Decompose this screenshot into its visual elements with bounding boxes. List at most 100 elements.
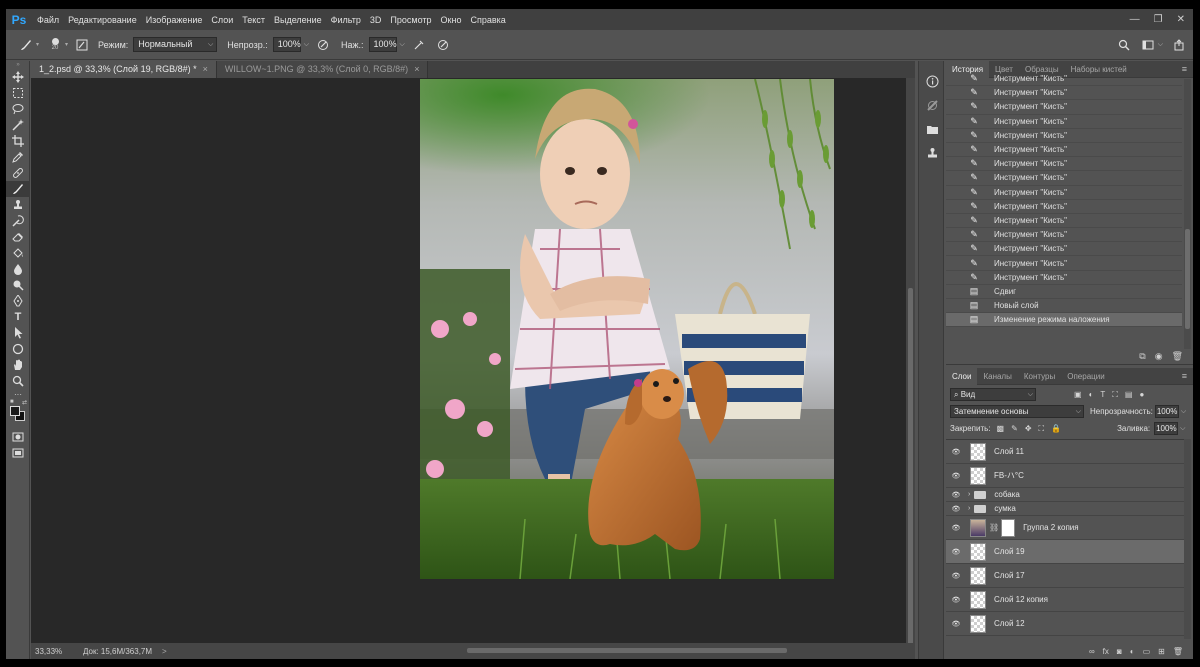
visibility-eye-icon[interactable]: 👁: [948, 505, 964, 513]
brush-tool-icon[interactable]: [18, 37, 34, 53]
history-source-box[interactable]: [948, 200, 960, 212]
new-document-from-state-icon[interactable]: ⧉: [1139, 351, 1145, 362]
filter-toggle-icon[interactable]: ●: [1139, 390, 1144, 400]
link-layers-icon[interactable]: ∞: [1089, 647, 1095, 656]
layer-name[interactable]: Слой 17: [994, 571, 1025, 580]
history-item[interactable]: ✎ Инструмент "Кисть": [946, 129, 1182, 143]
brush-preset-picker[interactable]: 20: [47, 37, 63, 53]
airbrush-icon[interactable]: [411, 37, 427, 53]
history-item[interactable]: ✎ Инструмент "Кисть": [946, 171, 1182, 186]
move-tool-icon[interactable]: [6, 69, 30, 85]
swap-colors-icon[interactable]: ⇄: [22, 399, 27, 406]
menu-image[interactable]: Изображение: [146, 15, 203, 25]
minimize-icon[interactable]: —: [1130, 14, 1140, 25]
close-icon[interactable]: ✕: [1177, 14, 1185, 25]
layer-filter-select[interactable]: ⌕ Вид ⌵: [950, 388, 1036, 401]
canvas-horizontal-scrollbar[interactable]: [167, 643, 915, 659]
eraser-tool-icon[interactable]: [6, 229, 30, 245]
tab-paths[interactable]: Контуры: [1018, 368, 1061, 385]
tab-actions[interactable]: Операции: [1061, 368, 1110, 385]
panel-menu-icon[interactable]: ≡: [1182, 368, 1187, 385]
trash-icon[interactable]: 🗑: [1173, 647, 1183, 656]
visibility-eye-icon[interactable]: 👁: [948, 491, 964, 499]
foreground-color-swatch[interactable]: [10, 406, 20, 416]
layer-style-icon[interactable]: fx: [1103, 647, 1109, 656]
history-source-box[interactable]: [948, 214, 960, 226]
filter-type-icon[interactable]: T: [1100, 390, 1105, 400]
layer-opacity-dropdown-icon[interactable]: ⌵: [1181, 408, 1186, 416]
visibility-eye-icon[interactable]: 👁: [948, 472, 964, 480]
filter-shape-icon[interactable]: ⛶: [1112, 390, 1118, 400]
history-item[interactable]: ✎ Инструмент "Кисть": [946, 228, 1182, 243]
search-icon[interactable]: [1116, 37, 1132, 53]
history-source-box[interactable]: [948, 73, 960, 85]
filter-pixel-icon[interactable]: ▣: [1074, 390, 1082, 400]
lock-transparency-icon[interactable]: ▩: [997, 424, 1005, 434]
layers-scrollbar[interactable]: [1184, 439, 1191, 639]
snapshot-icon[interactable]: ◉: [1155, 351, 1163, 362]
history-source-box[interactable]: [948, 186, 960, 198]
history-source-box[interactable]: [948, 144, 960, 156]
zoom-level[interactable]: 33,33%: [35, 647, 75, 656]
visibility-eye-icon[interactable]: 👁: [948, 596, 964, 604]
layer-thumbnail[interactable]: [970, 518, 986, 537]
blur-tool-icon[interactable]: [6, 261, 30, 277]
history-source-box[interactable]: [948, 257, 960, 269]
dodge-tool-icon[interactable]: [6, 277, 30, 293]
history-source-box[interactable]: [948, 129, 960, 141]
eyedropper-tool-icon[interactable]: [6, 149, 30, 165]
new-group-icon[interactable]: ▭: [1143, 647, 1151, 656]
canvas-vertical-scrollbar[interactable]: [906, 78, 915, 648]
layer-group-row[interactable]: 👁 › собака: [946, 488, 1184, 502]
scrollbar-thumb[interactable]: [908, 288, 913, 648]
history-source-box[interactable]: [948, 87, 960, 99]
pressure-size-icon[interactable]: [435, 37, 451, 53]
scrollbar-thumb[interactable]: [466, 648, 787, 653]
layer-group-row[interactable]: 👁 › сумка: [946, 502, 1184, 516]
lock-all-icon[interactable]: 🔒: [1051, 424, 1061, 434]
menu-layers[interactable]: Слои: [211, 15, 233, 25]
layer-name[interactable]: сумка: [994, 504, 1016, 513]
layer-row[interactable]: 👁Слой 10: [946, 636, 1184, 639]
tab-channels[interactable]: Каналы: [977, 368, 1017, 385]
history-source-box[interactable]: [948, 115, 960, 127]
layer-name[interactable]: Слой 12 копия: [994, 595, 1048, 604]
opacity-input[interactable]: 100%: [272, 37, 301, 52]
filter-adjustment-icon[interactable]: ◐: [1089, 390, 1094, 400]
default-colors-icon[interactable]: ■: [10, 399, 14, 405]
menu-text[interactable]: Текст: [242, 15, 265, 25]
history-source-box[interactable]: [948, 271, 960, 283]
close-icon[interactable]: ×: [414, 64, 419, 74]
clone-stamp-tool-icon[interactable]: [6, 197, 30, 213]
history-scrollbar[interactable]: [1184, 79, 1191, 349]
history-source-box[interactable]: [948, 300, 960, 312]
lock-artboard-icon[interactable]: ⛶: [1039, 424, 1045, 434]
layer-row[interactable]: 👁 Слой 17: [946, 564, 1184, 588]
healing-brush-tool-icon[interactable]: [6, 165, 30, 181]
menu-filter[interactable]: Фильтр: [331, 15, 361, 25]
magic-wand-tool-icon[interactable]: [6, 117, 30, 133]
opacity-dropdown-icon[interactable]: ⌵: [304, 41, 309, 49]
panel-menu-icon[interactable]: ≡: [1182, 61, 1187, 78]
visibility-eye-icon[interactable]: 👁: [948, 548, 964, 556]
layer-name[interactable]: Слой 12: [994, 619, 1025, 628]
history-item[interactable]: ✎ Инструмент "Кисть": [946, 86, 1182, 101]
layer-thumbnail[interactable]: [970, 614, 986, 633]
tab-document-2[interactable]: WILLOW~1.PNG @ 33,3% (Слой 0, RGB/8#) ×: [216, 61, 429, 78]
history-item[interactable]: ✎ Инструмент "Кисть": [946, 214, 1182, 229]
history-item[interactable]: ▤ Сдвиг: [946, 285, 1182, 299]
fill-input[interactable]: 100%: [1154, 422, 1179, 435]
restore-icon[interactable]: ❐: [1154, 14, 1163, 25]
layer-blend-mode-select[interactable]: Затемнение основы ⌵: [950, 405, 1084, 418]
layer-row[interactable]: 👁 Слой 12: [946, 612, 1184, 636]
ellipse-tool-icon[interactable]: [6, 341, 30, 357]
filter-smart-object-icon[interactable]: ▤: [1125, 390, 1133, 400]
history-source-box[interactable]: [948, 158, 960, 170]
pressure-opacity-icon[interactable]: [315, 37, 331, 53]
tab-document-1[interactable]: 1_2.psd @ 33,3% (Слой 19, RGB/8#) * ×: [31, 61, 217, 78]
menu-edit[interactable]: Редактирование: [68, 15, 137, 25]
history-item[interactable]: ✎ Инструмент "Кисть": [946, 157, 1182, 172]
blend-mode-select[interactable]: Нормальный ⌵: [133, 37, 218, 52]
workspace-icon[interactable]: [1140, 37, 1156, 53]
layer-name[interactable]: Слой 11: [994, 447, 1024, 456]
